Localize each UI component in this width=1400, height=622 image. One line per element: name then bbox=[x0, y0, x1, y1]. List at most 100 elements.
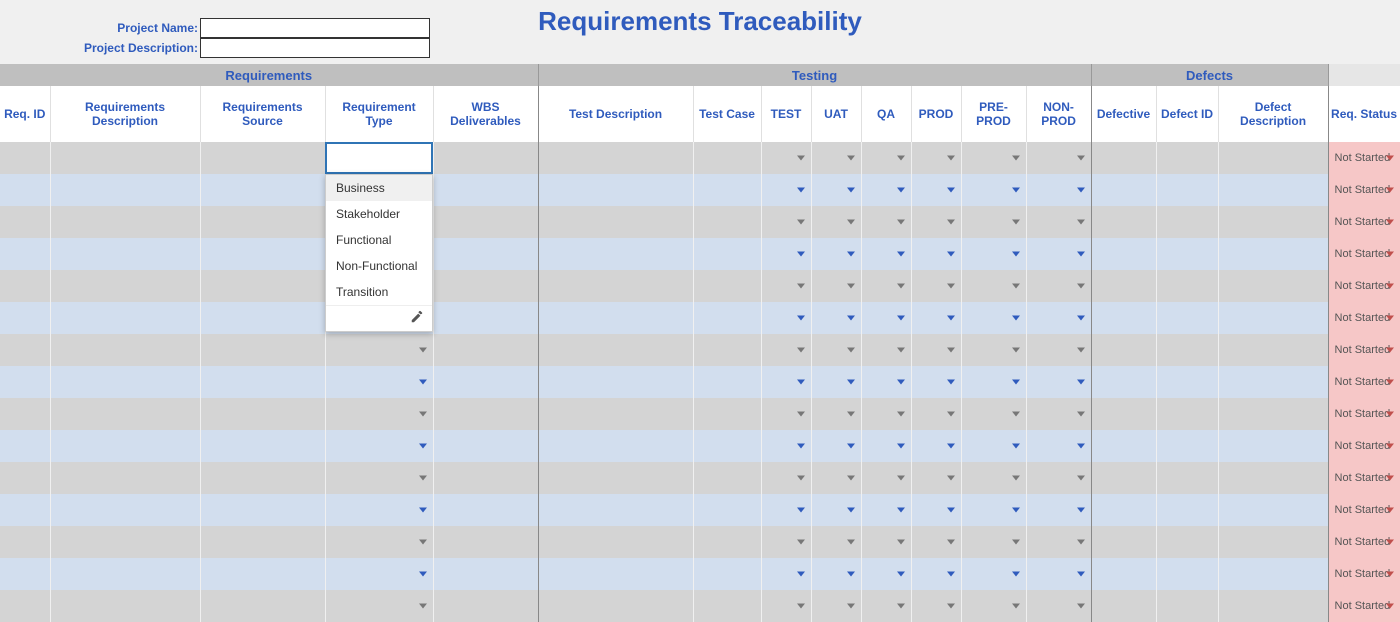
status-cell[interactable]: Not Started bbox=[1328, 238, 1400, 270]
cell[interactable] bbox=[1091, 430, 1156, 462]
cell[interactable] bbox=[911, 430, 961, 462]
chevron-down-icon[interactable] bbox=[1012, 412, 1020, 417]
chevron-down-icon[interactable] bbox=[1386, 348, 1394, 353]
cell[interactable] bbox=[811, 142, 861, 174]
cell[interactable] bbox=[811, 462, 861, 494]
chevron-down-icon[interactable] bbox=[1386, 220, 1394, 225]
chevron-down-icon[interactable] bbox=[897, 316, 905, 321]
chevron-down-icon[interactable] bbox=[897, 380, 905, 385]
cell[interactable] bbox=[200, 430, 325, 462]
chevron-down-icon[interactable] bbox=[897, 572, 905, 577]
cell[interactable] bbox=[911, 334, 961, 366]
chevron-down-icon[interactable] bbox=[947, 508, 955, 513]
cell[interactable] bbox=[433, 206, 538, 238]
cell[interactable] bbox=[1091, 270, 1156, 302]
cell[interactable] bbox=[861, 142, 911, 174]
chevron-down-icon[interactable] bbox=[1386, 188, 1394, 193]
cell[interactable] bbox=[761, 494, 811, 526]
chevron-down-icon[interactable] bbox=[1077, 604, 1085, 609]
chevron-down-icon[interactable] bbox=[1077, 284, 1085, 289]
cell[interactable] bbox=[761, 270, 811, 302]
chevron-down-icon[interactable] bbox=[797, 508, 805, 513]
cell[interactable] bbox=[693, 462, 761, 494]
cell[interactable] bbox=[0, 206, 50, 238]
chevron-down-icon[interactable] bbox=[847, 604, 855, 609]
cell[interactable] bbox=[811, 590, 861, 622]
cell[interactable] bbox=[761, 366, 811, 398]
cell[interactable] bbox=[200, 206, 325, 238]
chevron-down-icon[interactable] bbox=[797, 252, 805, 257]
cell[interactable] bbox=[861, 558, 911, 590]
cell[interactable] bbox=[961, 526, 1026, 558]
chevron-down-icon[interactable] bbox=[1077, 188, 1085, 193]
cell[interactable] bbox=[911, 270, 961, 302]
cell[interactable] bbox=[911, 302, 961, 334]
chevron-down-icon[interactable] bbox=[1012, 156, 1020, 161]
cell[interactable] bbox=[693, 526, 761, 558]
cell[interactable] bbox=[1026, 142, 1091, 174]
cell[interactable] bbox=[325, 398, 433, 430]
chevron-down-icon[interactable] bbox=[897, 252, 905, 257]
cell[interactable] bbox=[1218, 334, 1328, 366]
cell[interactable] bbox=[961, 174, 1026, 206]
cell[interactable] bbox=[761, 238, 811, 270]
dropdown-option[interactable]: Functional bbox=[326, 227, 432, 253]
cell[interactable] bbox=[861, 206, 911, 238]
cell[interactable] bbox=[0, 270, 50, 302]
cell[interactable] bbox=[0, 366, 50, 398]
cell[interactable] bbox=[693, 558, 761, 590]
cell[interactable] bbox=[200, 558, 325, 590]
col-uat[interactable]: UAT bbox=[811, 86, 861, 142]
cell[interactable] bbox=[1091, 334, 1156, 366]
cell[interactable] bbox=[538, 558, 693, 590]
cell[interactable] bbox=[0, 142, 50, 174]
cell[interactable] bbox=[911, 558, 961, 590]
cell[interactable] bbox=[811, 526, 861, 558]
cell[interactable] bbox=[1026, 398, 1091, 430]
cell[interactable] bbox=[1218, 590, 1328, 622]
col-req-source[interactable]: Requirements Source bbox=[200, 86, 325, 142]
cell[interactable] bbox=[1091, 366, 1156, 398]
cell[interactable] bbox=[1026, 334, 1091, 366]
chevron-down-icon[interactable] bbox=[1077, 444, 1085, 449]
chevron-down-icon[interactable] bbox=[1077, 412, 1085, 417]
cell[interactable] bbox=[0, 398, 50, 430]
active-cell-outline[interactable] bbox=[325, 142, 433, 174]
cell[interactable] bbox=[538, 270, 693, 302]
cell[interactable] bbox=[50, 430, 200, 462]
chevron-down-icon[interactable] bbox=[1077, 220, 1085, 225]
chevron-down-icon[interactable] bbox=[797, 380, 805, 385]
chevron-down-icon[interactable] bbox=[419, 444, 427, 449]
cell[interactable] bbox=[50, 558, 200, 590]
status-cell[interactable]: Not Started bbox=[1328, 494, 1400, 526]
cell[interactable] bbox=[861, 430, 911, 462]
cell[interactable] bbox=[811, 558, 861, 590]
cell[interactable] bbox=[761, 430, 811, 462]
chevron-down-icon[interactable] bbox=[1012, 316, 1020, 321]
cell[interactable] bbox=[961, 558, 1026, 590]
cell[interactable] bbox=[911, 142, 961, 174]
cell[interactable] bbox=[1156, 558, 1218, 590]
cell[interactable] bbox=[1218, 558, 1328, 590]
chevron-down-icon[interactable] bbox=[1077, 252, 1085, 257]
cell[interactable] bbox=[538, 302, 693, 334]
chevron-down-icon[interactable] bbox=[797, 444, 805, 449]
chevron-down-icon[interactable] bbox=[419, 540, 427, 545]
chevron-down-icon[interactable] bbox=[1386, 156, 1394, 161]
chevron-down-icon[interactable] bbox=[847, 476, 855, 481]
cell[interactable] bbox=[1218, 430, 1328, 462]
cell[interactable] bbox=[325, 430, 433, 462]
cell[interactable] bbox=[961, 302, 1026, 334]
status-cell[interactable]: Not Started bbox=[1328, 430, 1400, 462]
cell[interactable] bbox=[1218, 206, 1328, 238]
chevron-down-icon[interactable] bbox=[947, 572, 955, 577]
cell[interactable] bbox=[50, 238, 200, 270]
cell[interactable] bbox=[811, 238, 861, 270]
cell[interactable] bbox=[50, 366, 200, 398]
cell[interactable] bbox=[761, 174, 811, 206]
cell[interactable] bbox=[911, 398, 961, 430]
cell[interactable] bbox=[1091, 174, 1156, 206]
col-pre-prod[interactable]: PRE-PROD bbox=[961, 86, 1026, 142]
cell[interactable] bbox=[1218, 302, 1328, 334]
cell[interactable] bbox=[1156, 398, 1218, 430]
